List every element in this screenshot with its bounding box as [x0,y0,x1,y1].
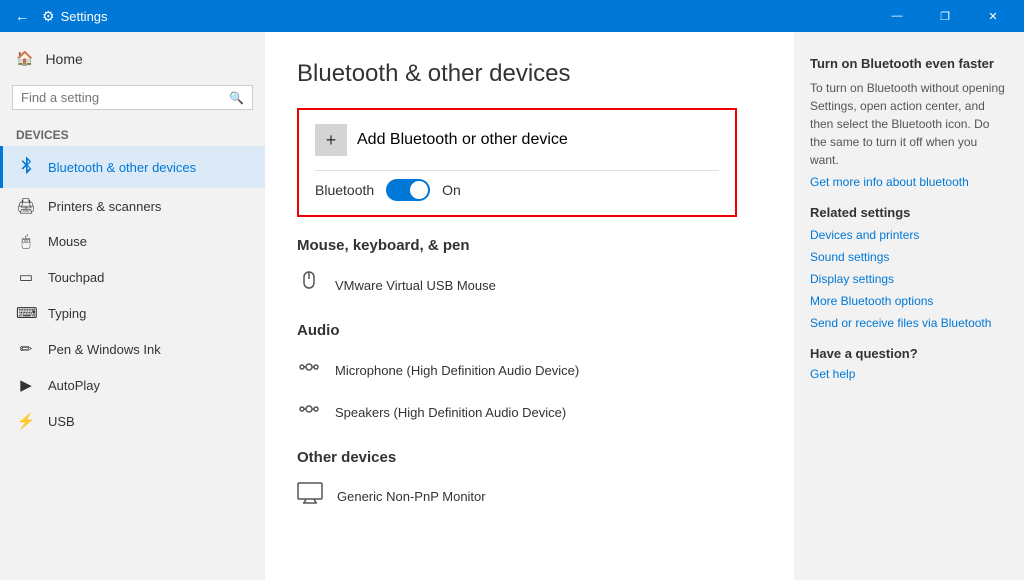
restore-button[interactable]: ❐ [922,0,968,32]
audio-icon-speakers [297,397,321,427]
tip-link[interactable]: Get more info about bluetooth [810,175,1008,189]
section-title-audio: Audio [297,322,762,339]
related-link-bluetooth-options[interactable]: More Bluetooth options [810,294,1008,308]
printers-icon: 🖨 [16,197,36,215]
mouse-icon: 🖱 [16,233,36,250]
bluetooth-label: Bluetooth [315,182,374,198]
autoplay-icon: ▶ [16,376,36,394]
bluetooth-row: Bluetooth On [315,179,719,201]
sidebar-item-label-pen: Pen & Windows Ink [48,342,161,357]
typing-icon: ⌨ [16,304,36,322]
sidebar-item-label-typing: Typing [48,306,86,321]
tip-text: To turn on Bluetooth without opening Set… [810,79,1008,169]
device-row-speakers: Speakers (High Definition Audio Device) [297,391,762,433]
related-link-display[interactable]: Display settings [810,272,1008,286]
back-button[interactable]: ← [8,2,36,30]
plus-icon: + [315,124,347,156]
titlebar-title: Settings [61,9,874,24]
sidebar-item-pen[interactable]: ✏ Pen & Windows Ink [0,331,265,367]
usb-icon: ⚡ [16,412,36,430]
divider [315,170,719,171]
sidebar-item-label-bluetooth: Bluetooth & other devices [48,160,196,175]
add-device-button[interactable]: + Add Bluetooth or other device [315,124,719,156]
device-row-microphone: Microphone (High Definition Audio Device… [297,349,762,391]
home-icon: 🏠 [16,50,33,67]
section-title-other: Other devices [297,449,762,466]
sidebar-item-label-touchpad: Touchpad [48,270,104,285]
help-link[interactable]: Get help [810,367,1008,381]
monitor-icon [297,482,323,510]
sidebar-item-label-autoplay: AutoPlay [48,378,100,393]
sidebar-item-bluetooth[interactable]: Bluetooth & other devices [0,146,265,188]
device-row-monitor: Generic Non-PnP Monitor [297,476,762,516]
audio-icon-mic [297,355,321,385]
section-title-mouse-kb: Mouse, keyboard, & pen [297,237,762,254]
titlebar: ← ⚙ Settings — ❐ ✕ [0,0,1024,32]
touchpad-icon: ▭ [16,268,36,286]
right-panel: Turn on Bluetooth even faster To turn on… [794,32,1024,580]
device-name-speakers: Speakers (High Definition Audio Device) [335,405,566,420]
bluetooth-icon [16,155,36,179]
sidebar-item-usb[interactable]: ⚡ USB [0,403,265,439]
sidebar-item-typing[interactable]: ⌨ Typing [0,295,265,331]
bluetooth-toggle[interactable] [386,179,430,201]
add-device-box: + Add Bluetooth or other device Bluetoot… [297,108,737,217]
device-name-mouse: VMware Virtual USB Mouse [335,278,496,293]
related-link-devices-printers[interactable]: Devices and printers [810,228,1008,242]
device-name-monitor: Generic Non-PnP Monitor [337,489,486,504]
sidebar-section-label: Devices [0,118,265,146]
sidebar-item-printers[interactable]: 🖨 Printers & scanners [0,188,265,224]
pen-icon: ✏ [16,340,36,358]
settings-icon: ⚙ [42,8,55,25]
related-link-send-files[interactable]: Send or receive files via Bluetooth [810,316,1008,330]
sidebar-item-home[interactable]: 🏠 Home [0,40,265,77]
sidebar-item-mouse[interactable]: 🖱 Mouse [0,224,265,259]
home-label: Home [45,51,82,67]
minimize-button[interactable]: — [874,0,920,32]
toggle-on-label: On [442,182,461,198]
related-settings-title: Related settings [810,205,1008,220]
related-link-sound[interactable]: Sound settings [810,250,1008,264]
sidebar-item-label-printers: Printers & scanners [48,199,161,214]
search-icon: 🔍 [229,91,244,105]
main-layout: 🏠 Home 🔍 Devices Bluetooth & other devic… [0,32,1024,580]
add-device-label: Add Bluetooth or other device [357,131,568,149]
device-name-microphone: Microphone (High Definition Audio Device… [335,363,579,378]
close-button[interactable]: ✕ [970,0,1016,32]
page-title: Bluetooth & other devices [297,60,762,88]
search-box[interactable]: 🔍 [12,85,253,110]
sidebar-item-autoplay[interactable]: ▶ AutoPlay [0,367,265,403]
tip-title: Turn on Bluetooth even faster [810,56,1008,71]
sidebar-item-touchpad[interactable]: ▭ Touchpad [0,259,265,295]
search-input[interactable] [21,90,229,105]
toggle-thumb [410,181,428,199]
sidebar: 🏠 Home 🔍 Devices Bluetooth & other devic… [0,32,265,580]
device-row-mouse: VMware Virtual USB Mouse [297,264,762,306]
window-controls: — ❐ ✕ [874,0,1016,32]
mouse-device-icon [297,270,321,300]
sidebar-item-label-usb: USB [48,414,75,429]
content-area: Bluetooth & other devices + Add Bluetoot… [265,32,794,580]
sidebar-item-label-mouse: Mouse [48,234,87,249]
question-title: Have a question? [810,346,1008,361]
